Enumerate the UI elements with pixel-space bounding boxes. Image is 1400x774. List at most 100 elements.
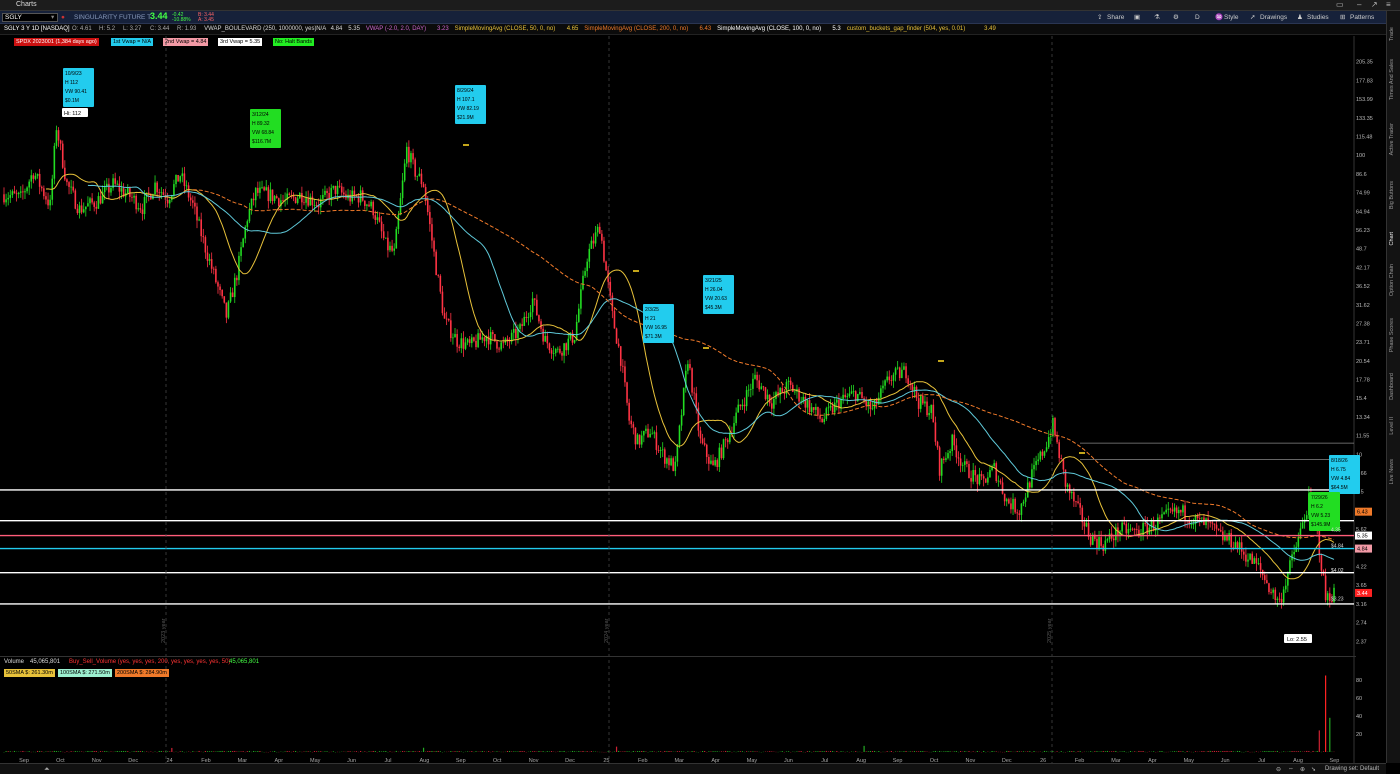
price-candle-body	[422, 184, 425, 188]
right-tab-big-buttons[interactable]: Big Buttons	[1389, 181, 1395, 209]
volume-bar	[513, 751, 515, 752]
restore-icon[interactable]: ▭	[1336, 0, 1344, 9]
studies-button[interactable]: Studies	[1307, 14, 1329, 21]
price-candle-body	[938, 447, 941, 476]
price-candle-body	[278, 198, 280, 207]
crosshair-icon[interactable]: ⊕	[1300, 766, 1305, 773]
study-legend-item[interactable]: VWAP (-2.0, 2.0, DAY)	[366, 26, 426, 32]
cursor-icon[interactable]: ➚	[1250, 14, 1255, 21]
price-candle-body	[739, 404, 742, 407]
volume-bar	[467, 751, 469, 752]
volume-label: Volume	[4, 659, 25, 665]
pointer-icon[interactable]: ➘	[1311, 766, 1316, 773]
price-candle-body	[462, 338, 465, 349]
symbol-dropdown-icon[interactable]: ▾	[51, 14, 54, 21]
link-icon[interactable]: ●	[61, 14, 65, 21]
right-tab-level-ii[interactable]: Level II	[1389, 417, 1395, 435]
volume-bar	[378, 751, 381, 752]
drawings-button[interactable]: Drawings	[1260, 14, 1287, 21]
study-legend-item[interactable]: VWAP_BOULEVARD (250, 1000000, yes)	[204, 26, 316, 32]
y-tick-label: 205.35	[1356, 60, 1373, 66]
volume-bar	[720, 751, 723, 752]
period-button[interactable]: D	[1195, 14, 1200, 21]
symbol-input[interactable]: SGLY	[2, 13, 58, 22]
share-button[interactable]: Share	[1107, 14, 1124, 21]
study-legend-item[interactable]: O: 4.61	[72, 26, 92, 32]
volume-bar	[817, 751, 819, 752]
scroll-handle-icon[interactable]: ⏶	[44, 766, 50, 774]
study-legend-item[interactable]: 4.65	[567, 26, 579, 32]
price-candle-body	[670, 458, 672, 466]
price-candle-body	[850, 391, 853, 394]
fit-icon[interactable]: ⇔	[1288, 766, 1294, 772]
study-legend-item[interactable]: N/A	[316, 26, 326, 32]
volume-bar	[1203, 751, 1205, 752]
price-candle-body	[720, 447, 723, 459]
price-candle-body	[1169, 508, 1172, 510]
volume-bar	[372, 750, 374, 752]
window-titlebar: Charts ▭ – ↗ ≡	[0, 0, 1400, 11]
right-tab-times-and-sales[interactable]: Times And Sales	[1389, 59, 1395, 100]
price-candle-body	[313, 205, 316, 206]
price-candle-body	[836, 399, 838, 403]
study-legend-item[interactable]: SimpleMovingAvg (CLOSE, 200, 0, no)	[584, 26, 688, 32]
right-tab-dashboard[interactable]: Dashboard	[1389, 373, 1395, 400]
price-candle-body	[55, 130, 58, 146]
share-icon[interactable]: ⇪	[1097, 14, 1102, 21]
gear-icon[interactable]: ⚙	[1173, 14, 1179, 21]
minimize-icon[interactable]: –	[1357, 0, 1361, 9]
menu-icon[interactable]: ≡	[1386, 0, 1391, 9]
patterns-icon[interactable]: ⊞	[1340, 14, 1345, 21]
study-legend-item[interactable]: 4.84	[331, 26, 343, 32]
zoom-out-icon[interactable]: ⊖	[1276, 766, 1281, 773]
volume-bar	[624, 751, 626, 752]
study-legend-item[interactable]: 5.3	[832, 26, 840, 32]
study-legend-item[interactable]: C: 3.44	[150, 26, 169, 32]
price-candle-body	[1121, 522, 1123, 532]
right-tab-live-news[interactable]: Live News	[1389, 459, 1395, 484]
study-legend-item[interactable]: SGLY 3 Y 1D [NASDAQ]	[4, 26, 70, 32]
price-candle-body	[1098, 537, 1100, 548]
style-button[interactable]: Style	[1224, 14, 1238, 21]
right-tab-trade[interactable]: Trade	[1389, 27, 1395, 41]
study-legend-item[interactable]: 6.43	[700, 26, 712, 32]
study-legend-item[interactable]: H: 5.2	[99, 26, 115, 32]
volume-bar	[840, 751, 842, 752]
study-legend-item[interactable]: 3.49	[984, 26, 996, 32]
right-tab-phase-scores[interactable]: Phase Scores	[1389, 318, 1395, 352]
price-candle-body	[943, 458, 945, 460]
right-tab-option-chain[interactable]: Option Chain	[1389, 264, 1395, 296]
price-candle-body	[999, 480, 1002, 483]
study-legend-item[interactable]: custom_buckets_gap_finder (504, yes, 0.0…	[847, 26, 965, 32]
study-legend-item[interactable]: R: 1.93	[177, 26, 196, 32]
volume-bar	[198, 750, 200, 752]
volume-bar	[668, 751, 670, 752]
price-candle-body	[995, 463, 998, 482]
right-tab-active-trader[interactable]: Active Trader	[1389, 123, 1395, 155]
style-icon[interactable]: ♒	[1215, 14, 1223, 21]
volume-bar	[687, 751, 689, 752]
price-candle-body	[540, 321, 542, 329]
study-legend-item[interactable]: L: 3.27	[123, 26, 141, 32]
volume-bar	[878, 751, 880, 752]
camera-icon[interactable]: ▣	[1134, 14, 1140, 21]
volume-bar	[945, 751, 947, 752]
price-candle-body	[200, 219, 202, 237]
volume-bar	[915, 751, 918, 752]
study-legend-item[interactable]: SimpleMovingAvg (CLOSE, 50, 0, no)	[455, 26, 556, 32]
study-legend-item[interactable]: 3.23	[437, 26, 449, 32]
flask-icon[interactable]: ⚗	[1154, 14, 1160, 21]
price-candle-body	[110, 187, 112, 193]
price-chart[interactable]: 205.35177.83153.99133.35115.4810086.674.…	[0, 36, 1386, 763]
studies-icon[interactable]: ♟	[1297, 14, 1303, 21]
volume-bar	[1018, 751, 1020, 752]
study-legend-item[interactable]: SimpleMovingAvg (CLOSE, 100, 0, no)	[717, 26, 821, 32]
study-legend-item[interactable]: 5.35	[348, 26, 360, 32]
drawing-set-label[interactable]: Drawing set: Default	[1325, 766, 1379, 772]
price-candle-body	[359, 190, 362, 203]
right-tab-chart[interactable]: Chart	[1389, 232, 1395, 245]
detach-icon[interactable]: ↗	[1371, 0, 1378, 9]
price-candle-body	[1125, 523, 1128, 534]
patterns-button[interactable]: Patterns	[1350, 14, 1374, 21]
price-candle-body	[1282, 589, 1285, 603]
